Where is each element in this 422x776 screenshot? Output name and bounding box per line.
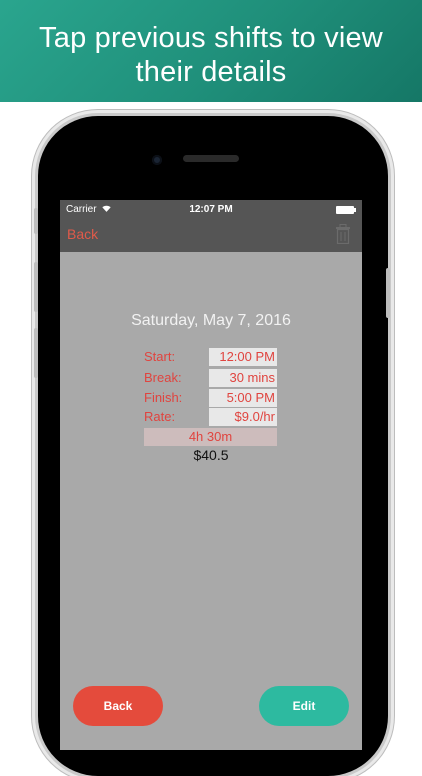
- phone-side-button: [34, 262, 38, 312]
- earpiece-speaker: [183, 155, 239, 162]
- app-screen: Carrier 12:07 PM Back Saturday, May 7, 2…: [60, 200, 362, 750]
- start-value[interactable]: 12:00 PM: [209, 348, 277, 366]
- finish-value[interactable]: 5:00 PM: [209, 389, 277, 407]
- front-camera: [152, 155, 162, 165]
- battery-icon: [336, 206, 356, 214]
- shift-date: Saturday, May 7, 2016: [131, 312, 291, 329]
- rate-value[interactable]: $9.0/hr: [209, 408, 277, 426]
- finish-label: Finish:: [144, 390, 183, 405]
- phone-side-button: [34, 208, 38, 234]
- shift-rate-row: Rate: $9.0/hr: [144, 408, 278, 426]
- navigation-bar: Carrier 12:07 PM Back: [60, 200, 362, 252]
- shift-start-row: Start: 12:00 PM: [144, 348, 278, 366]
- trash-icon[interactable]: [335, 224, 351, 244]
- status-bar: Carrier 12:07 PM: [60, 200, 362, 220]
- phone-power-button: [386, 268, 390, 318]
- break-value[interactable]: 30 mins: [209, 369, 277, 387]
- promo-banner: Tap previous shifts to view their detail…: [0, 0, 422, 102]
- break-label: Break:: [144, 370, 182, 385]
- shift-total-pay: $40.5: [193, 447, 229, 463]
- phone-side-button: [34, 328, 38, 378]
- shift-finish-row: Finish: 5:00 PM: [144, 389, 278, 407]
- back-button[interactable]: Back: [73, 686, 163, 726]
- nav-back-button[interactable]: Back: [67, 226, 98, 242]
- status-time: 12:07 PM: [189, 204, 233, 215]
- shift-break-row: Break: 30 mins: [144, 369, 278, 387]
- banner-line-2: their details: [135, 56, 287, 88]
- banner-line-1: Tap previous shifts to view: [39, 22, 383, 54]
- edit-button[interactable]: Edit: [259, 686, 349, 726]
- start-label: Start:: [144, 349, 176, 364]
- rate-label: Rate:: [144, 409, 176, 424]
- shift-duration: 4h 30m: [144, 428, 277, 446]
